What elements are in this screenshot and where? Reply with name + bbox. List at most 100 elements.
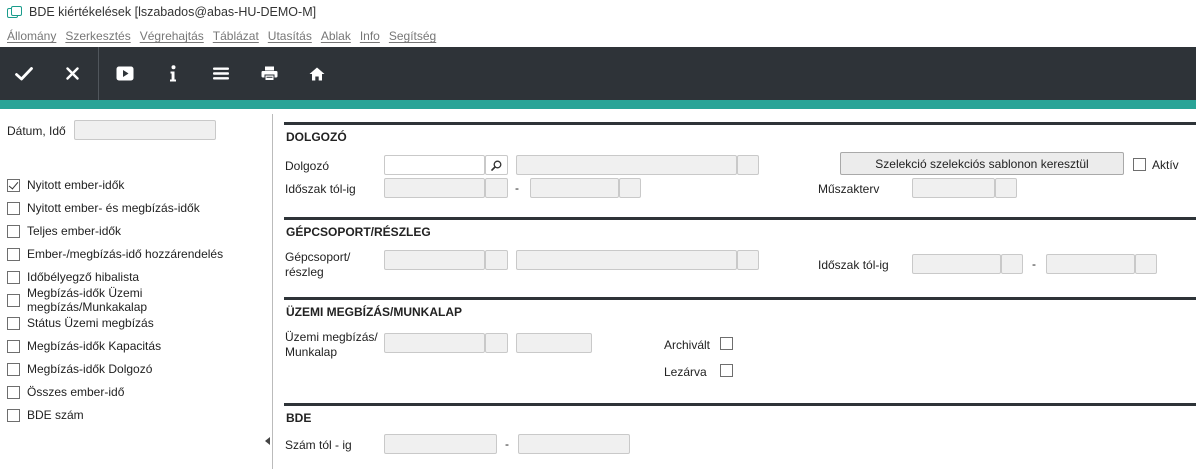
machine-period-from[interactable]: [912, 254, 1001, 274]
checkbox[interactable]: [7, 316, 20, 330]
option-order-times-employee[interactable]: Megbízás-idők Dolgozó: [7, 361, 152, 377]
option-label: BDE szám: [27, 408, 84, 422]
menu-table[interactable]: Táblázat: [213, 29, 259, 43]
info-button[interactable]: [149, 47, 197, 100]
panel-splitter[interactable]: [262, 114, 274, 469]
section-divider: [284, 403, 1196, 406]
section-divider: [284, 217, 1196, 220]
list-button[interactable]: [197, 47, 245, 100]
machine-period-from-button[interactable]: [1001, 254, 1023, 274]
shift-plan-button[interactable]: [995, 178, 1017, 198]
employee-period-to-button[interactable]: [619, 178, 641, 198]
option-label: Státus Üzemi megbízás: [27, 316, 154, 330]
active-label: Aktív: [1152, 158, 1179, 172]
datetime-field[interactable]: [74, 120, 216, 140]
option-label: Összes ember-idő: [27, 385, 125, 399]
menu-command[interactable]: Utasítás: [268, 29, 312, 43]
work-order-extra-field[interactable]: [516, 333, 592, 353]
machine-group-button[interactable]: [485, 250, 508, 270]
play-icon: [116, 66, 134, 81]
option-bde-number[interactable]: BDE szám: [7, 407, 84, 423]
menu-help[interactable]: Segítség: [389, 29, 436, 43]
template-selection-button[interactable]: Szelekció szelekciós sablonon keresztül: [840, 152, 1124, 175]
info-icon: [170, 65, 176, 82]
checkbox[interactable]: [7, 339, 20, 353]
checkbox[interactable]: [7, 224, 20, 238]
home-icon: [309, 67, 325, 80]
machine-group-field[interactable]: [384, 250, 485, 270]
employee-search-button[interactable]: [485, 155, 508, 175]
machine-group-label-2: részleg: [285, 265, 324, 279]
range-dash: -: [1032, 257, 1036, 271]
option-order-times-capacity[interactable]: Megbízás-idők Kapacitás: [7, 338, 161, 354]
archived-checkbox[interactable]: [720, 337, 733, 350]
section-title-work-order: ÜZEMI MEGBÍZÁS/MUNKALAP: [286, 305, 462, 319]
work-order-field[interactable]: [384, 333, 485, 353]
cancel-button[interactable]: [48, 47, 96, 100]
checkbox[interactable]: [7, 247, 20, 261]
print-icon: [261, 66, 277, 81]
employee-name-field[interactable]: [516, 155, 737, 175]
section-title-machine-group: GÉPCSOPORT/RÉSZLEG: [286, 225, 431, 239]
checkbox[interactable]: [7, 270, 20, 284]
checkbox-checked[interactable]: [7, 178, 20, 192]
option-label: Megbízás-idők Kapacitás: [27, 339, 162, 353]
option-time-assignment[interactable]: Ember-/megbízás-idő hozzárendelés: [7, 246, 223, 262]
option-open-person-times[interactable]: Nyitott ember-idők: [7, 177, 124, 193]
menu-edit[interactable]: Szerkesztés: [65, 29, 130, 43]
option-label: Időbélyegző hibalista: [27, 270, 140, 284]
menu-info[interactable]: Info: [360, 29, 380, 43]
option-clock-error-list[interactable]: Időbélyegző hibalista: [7, 269, 139, 285]
option-order-times-workorder[interactable]: Megbízás-idők Üzemi megbízás/Munkakalap: [7, 286, 262, 314]
shift-plan-field[interactable]: [912, 178, 995, 198]
option-status-workorder[interactable]: Státus Üzemi megbízás: [7, 315, 154, 331]
option-all-person-times[interactable]: Összes ember-idő: [7, 384, 124, 400]
option-label: Teljes ember-idők: [27, 224, 122, 238]
confirm-button[interactable]: [0, 47, 48, 100]
machine-group-name-field[interactable]: [516, 250, 737, 270]
employee-name-button[interactable]: [737, 155, 759, 175]
work-order-label-2: Munkalap: [285, 345, 338, 359]
window-title: BDE kiértékelések [lszabados@abas-HU-DEM…: [29, 5, 317, 19]
section-divider: [284, 122, 1196, 125]
collapse-arrow-icon[interactable]: [265, 437, 270, 445]
employee-period-to[interactable]: [530, 178, 619, 198]
employee-label: Dolgozó: [285, 159, 330, 173]
machine-group-name-button[interactable]: [737, 250, 759, 270]
bde-number-label: Szám tól - ig: [285, 438, 352, 452]
section-title-employee: DOLGOZÓ: [286, 130, 347, 144]
option-label: Nyitott ember-idők: [27, 178, 125, 192]
menu-file[interactable]: Állomány: [7, 29, 56, 43]
checkbox[interactable]: [7, 201, 20, 215]
checkbox[interactable]: [7, 385, 20, 399]
machine-period-to-button[interactable]: [1135, 254, 1157, 274]
closed-checkbox[interactable]: [720, 364, 733, 377]
app-icon: [7, 6, 22, 18]
toolbar: [0, 47, 1196, 100]
menu-execute[interactable]: Végrehajtás: [140, 29, 204, 43]
checkbox[interactable]: [7, 408, 20, 422]
shift-plan-label: Műszakterv: [818, 182, 880, 196]
home-button[interactable]: [293, 47, 341, 100]
bde-number-from[interactable]: [384, 434, 497, 454]
checkbox[interactable]: [7, 362, 20, 376]
option-label: Ember-/megbízás-idő hozzárendelés: [27, 247, 224, 261]
menu-window[interactable]: Ablak: [321, 29, 351, 43]
employee-input[interactable]: [384, 155, 485, 175]
machine-period-to[interactable]: [1046, 254, 1135, 274]
run-button[interactable]: [101, 47, 149, 100]
work-order-button[interactable]: [485, 333, 508, 353]
employee-period-from-button[interactable]: [485, 178, 508, 198]
bde-number-to[interactable]: [518, 434, 630, 454]
option-open-person-order-times[interactable]: Nyitott ember- és megbízás-idők: [7, 200, 200, 216]
employee-period-from[interactable]: [384, 178, 485, 198]
active-checkbox[interactable]: [1133, 158, 1146, 171]
print-button[interactable]: [245, 47, 293, 100]
option-full-person-times[interactable]: Teljes ember-idők: [7, 223, 121, 239]
section-divider: [284, 297, 1196, 300]
menu-bar: Állomány Szerkesztés Végrehajtás Tábláza…: [0, 26, 445, 46]
checkbox[interactable]: [7, 293, 20, 307]
check-icon: [15, 66, 33, 80]
option-label: Megbízás-idők Dolgozó: [27, 362, 153, 376]
machine-period-label: Időszak tól-ig: [818, 258, 889, 272]
